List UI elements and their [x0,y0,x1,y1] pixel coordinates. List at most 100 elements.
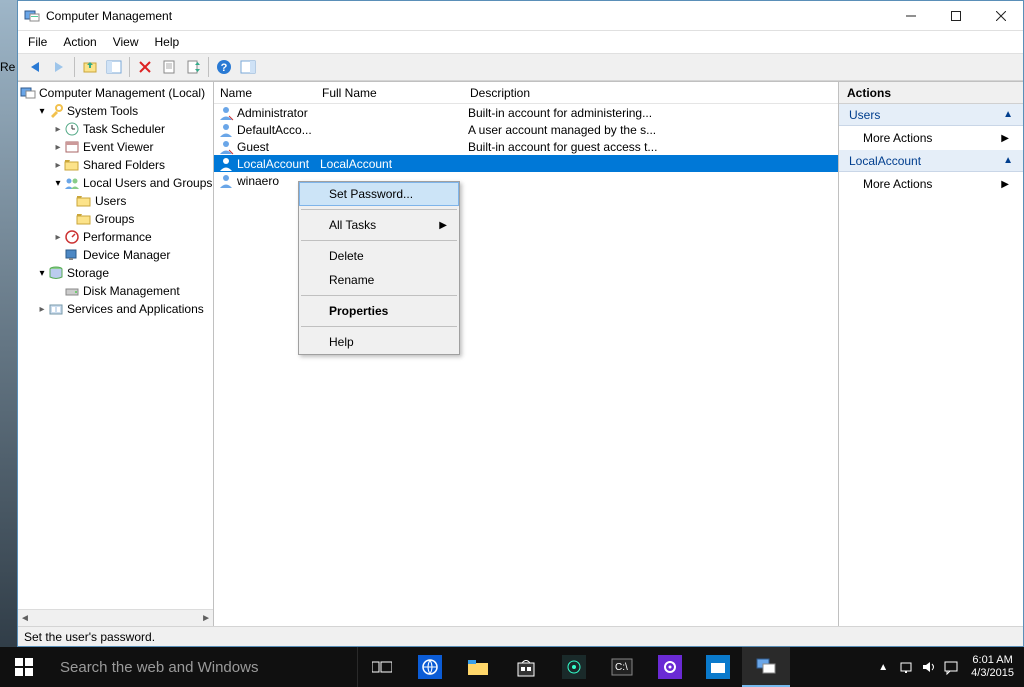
tree-label: Users [95,194,126,208]
horizontal-scrollbar[interactable]: ◄► [18,609,213,626]
maximize-button[interactable] [933,1,978,31]
collapse-up-icon[interactable]: ▲ [1003,109,1013,120]
show-hide-action-pane-button[interactable] [237,55,259,79]
menu-label: All Tasks [329,218,376,232]
context-all-tasks[interactable]: All Tasks ▶ [299,213,459,237]
export-button[interactable] [182,55,204,79]
tree-event-viewer[interactable]: ▸ Event Viewer [18,138,213,156]
tree-storage[interactable]: ▾ Storage [18,264,213,282]
cell: A user account managed by the s... [464,123,838,137]
chevron-right-icon[interactable]: ▸ [36,304,48,315]
up-button[interactable] [79,55,101,79]
show-hide-tree-button[interactable] [103,55,125,79]
taskbar-app1-icon[interactable] [550,647,598,687]
list-row-selected[interactable]: LocalAccount LocalAccount [214,155,838,172]
close-button[interactable] [978,1,1023,31]
tree-shared-folders[interactable]: ▸ Shared Folders [18,156,213,174]
taskbar-explorer-icon[interactable] [454,647,502,687]
menu-action[interactable]: Action [63,35,96,49]
tray-clock[interactable]: 6:01 AM 4/3/2015 [965,654,1020,680]
context-set-password[interactable]: Set Password... [299,182,459,206]
chevron-right-icon[interactable]: ▸ [52,142,64,153]
tray-overflow-button[interactable]: ▲ [873,662,893,673]
tray-notifications-icon[interactable] [943,659,959,675]
taskbar-store-icon[interactable] [502,647,550,687]
taskbar-edge-icon[interactable] [406,647,454,687]
navigation-tree[interactable]: Computer Management (Local) ▾ System Too… [18,82,213,609]
tree-system-tools[interactable]: ▾ System Tools [18,102,213,120]
folder-icon [76,211,92,227]
menu-help[interactable]: Help [155,35,180,49]
tree-label: Shared Folders [83,158,165,172]
taskbar-app2-icon[interactable] [694,647,742,687]
menu-view[interactable]: View [113,35,139,49]
tree-disk-management[interactable]: Disk Management [18,282,213,300]
taskbar-search[interactable]: Search the web and Windows [48,647,358,687]
list-row[interactable]: Administrator Built-in account for admin… [214,104,838,121]
chevron-right-icon[interactable]: ▸ [52,160,64,171]
menu-separator [301,209,457,210]
tray-network-icon[interactable] [899,659,915,675]
column-description[interactable]: Description [464,86,838,100]
tray-volume-icon[interactable] [921,659,937,675]
actions-section-selected[interactable]: LocalAccount ▲ [839,150,1023,172]
titlebar[interactable]: Computer Management [18,1,1023,31]
action-label: More Actions [863,177,932,191]
minimize-button[interactable] [888,1,933,31]
chevron-down-icon[interactable]: ▾ [52,178,64,189]
chevron-down-icon[interactable]: ▾ [36,268,48,279]
taskbar-terminal-icon[interactable]: C:\ [598,647,646,687]
user-icon [218,156,234,172]
forward-button[interactable] [48,55,70,79]
tree-label: System Tools [67,104,138,118]
tree-label: Groups [95,212,134,226]
taskbar-settings-icon[interactable] [646,647,694,687]
window-title: Computer Management [46,9,172,23]
taskview-button[interactable] [358,647,406,687]
navigation-tree-pane: Computer Management (Local) ▾ System Too… [18,82,214,626]
tree-services-applications[interactable]: ▸ Services and Applications [18,300,213,318]
delete-button[interactable] [134,55,156,79]
chevron-right-icon[interactable]: ▸ [52,232,64,243]
menu-file[interactable]: File [28,35,47,49]
help-button[interactable]: ? [213,55,235,79]
properties-button[interactable] [158,55,180,79]
tree-device-manager[interactable]: Device Manager [18,246,213,264]
chevron-down-icon[interactable]: ▾ [36,106,48,117]
computer-icon [20,85,36,101]
cell: Administrator [237,106,308,120]
column-full-name[interactable]: Full Name [316,86,464,100]
collapse-up-icon[interactable]: ▲ [1003,155,1013,166]
tree-label: Disk Management [83,284,180,298]
section-label: Users [849,108,880,122]
event-icon [64,139,80,155]
list-header[interactable]: Name Full Name Description [214,82,838,104]
column-name[interactable]: Name [214,86,316,100]
chevron-right-icon[interactable]: ▸ [52,124,64,135]
tree-local-users-groups[interactable]: ▾ Local Users and Groups [18,174,213,192]
list-row[interactable]: DefaultAcco... A user account managed by… [214,121,838,138]
tree-task-scheduler[interactable]: ▸ Task Scheduler [18,120,213,138]
cell: LocalAccount [316,157,464,171]
taskbar-compmgmt-icon[interactable] [742,647,790,687]
tools-icon [48,103,64,119]
context-help[interactable]: Help [299,330,459,354]
start-button[interactable] [0,647,48,687]
tree-root[interactable]: Computer Management (Local) [18,84,213,102]
action-label: More Actions [863,131,932,145]
tree-groups[interactable]: Groups [18,210,213,228]
list-row[interactable]: Guest Built-in account for guest access … [214,138,838,155]
tree-users[interactable]: Users [18,192,213,210]
svg-text:C:\: C:\ [615,662,628,673]
context-rename[interactable]: Rename [299,268,459,292]
actions-section-users[interactable]: Users ▲ [839,104,1023,126]
back-button[interactable] [24,55,46,79]
action-more-actions-users[interactable]: More Actions ▶ [839,126,1023,150]
tree-label: Device Manager [83,248,170,262]
tree-label: Performance [83,230,152,244]
user-icon [218,173,234,189]
action-more-actions-selected[interactable]: More Actions ▶ [839,172,1023,196]
context-delete[interactable]: Delete [299,244,459,268]
context-properties[interactable]: Properties [299,299,459,323]
tree-performance[interactable]: ▸ Performance [18,228,213,246]
